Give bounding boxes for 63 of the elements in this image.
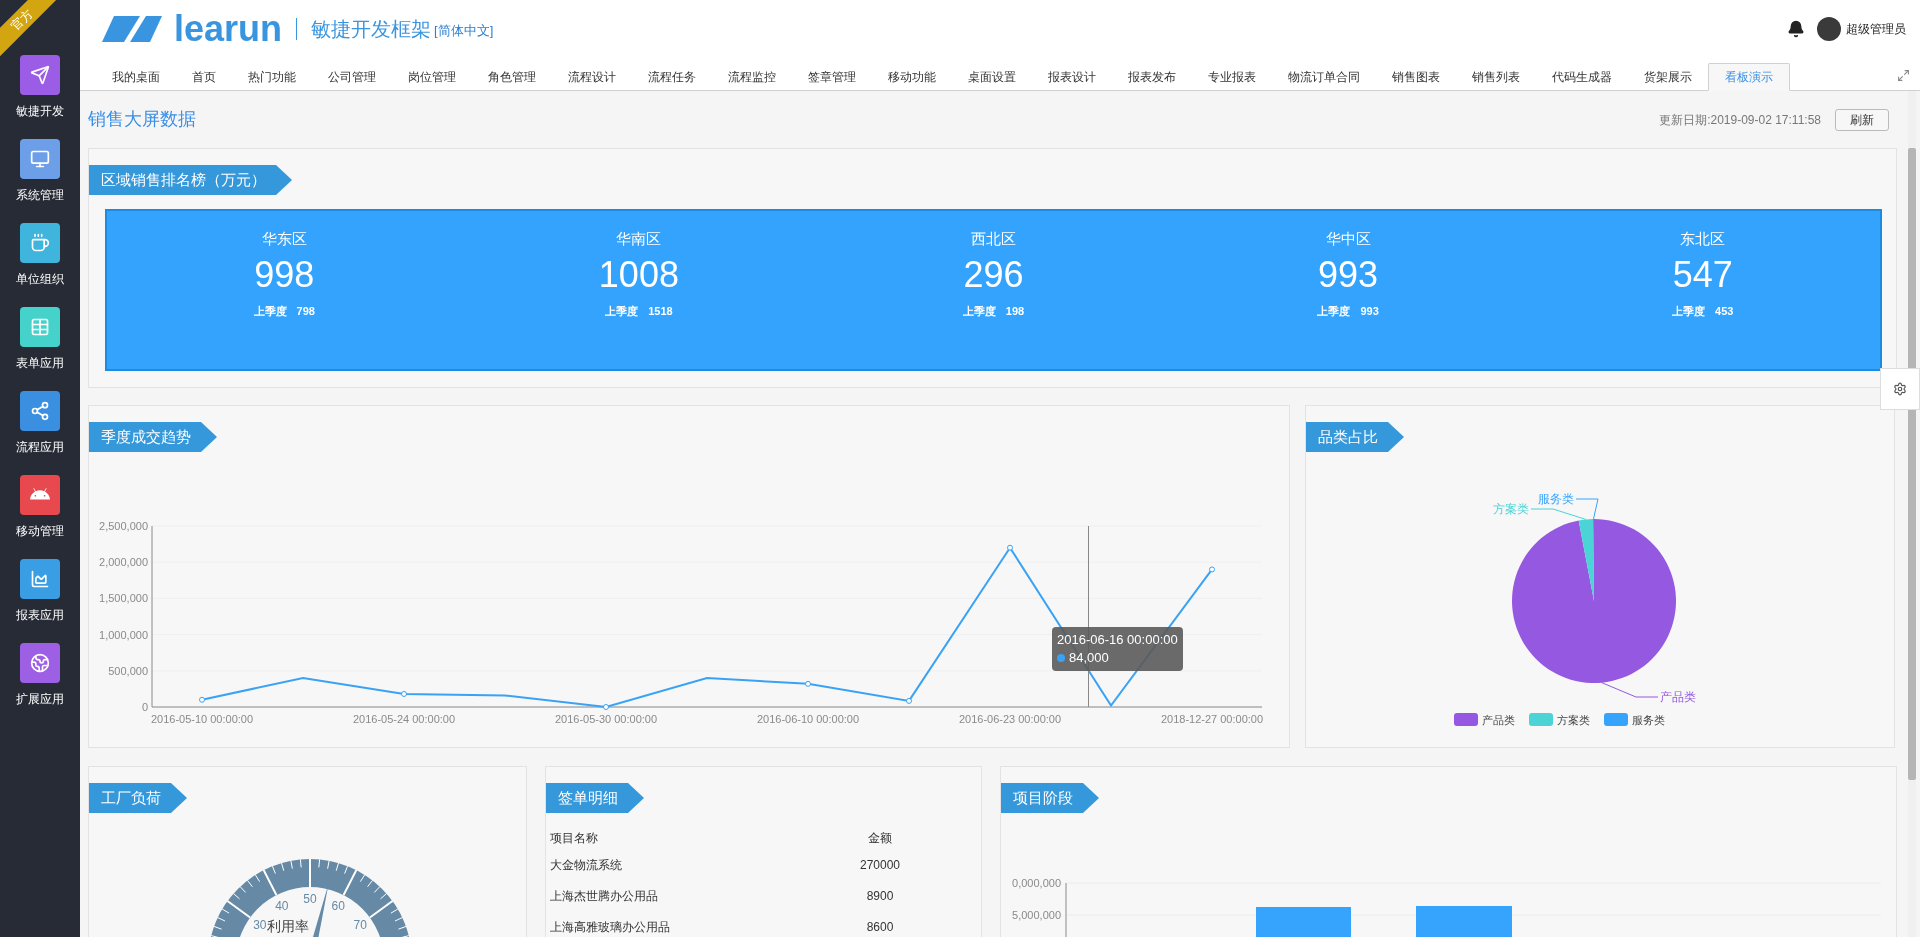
column-header: 项目名称 <box>550 830 599 847</box>
section-title: 工厂负荷 <box>89 783 187 813</box>
previous-value: 453 <box>1715 304 1734 319</box>
region-name: 华东区 <box>261 229 307 249</box>
region-value: 1008 <box>598 253 679 297</box>
tooltip-date: 2016-06-16 00:00:00 <box>1057 631 1178 649</box>
region-name: 华南区 <box>616 229 662 249</box>
axis-label: 5,000,000 <box>1012 909 1061 921</box>
slice-label: 产品类 <box>1660 690 1696 704</box>
previous-label: 上季度 <box>962 304 996 319</box>
axis-label: 2,500,000 <box>99 520 148 532</box>
previous-label: 上季度 <box>605 304 639 319</box>
gauge-scale-label: 70 <box>353 917 367 932</box>
axis-label: 2,000,000 <box>99 556 148 569</box>
table-cell-text: 8900 <box>865 887 895 905</box>
gauge-scale-label: 30 <box>253 917 267 932</box>
section-title: 区域销售排名榜（万元） <box>89 165 292 195</box>
slice-label: 方案类 <box>1493 502 1529 516</box>
table-cell-text: 270000 <box>858 856 901 874</box>
gauge-scale-label: 50 <box>303 892 317 906</box>
previous-label: 上季度 <box>1317 304 1351 319</box>
logo-text: learun <box>174 11 283 47</box>
slice-label: 服务类 <box>1538 492 1574 506</box>
product-name: 敏捷开发框架 <box>311 17 432 42</box>
section-title: 季度成交趋势 <box>89 422 217 452</box>
region-value: 296 <box>963 253 1024 297</box>
region-name: 华中区 <box>1325 229 1371 249</box>
table-cell-text: 上海高雅玻璃办公用品 <box>550 918 671 936</box>
column-header: 金额 <box>867 830 893 847</box>
axis-label: 1,000,000 <box>99 628 148 641</box>
table-cell-text: 上海杰世腾办公用品 <box>550 887 659 905</box>
axis-label: 0 <box>141 701 148 713</box>
axis-label: 2018-12-27 00:00:00 <box>1160 713 1264 725</box>
gauge-scale-label: 60 <box>331 898 345 913</box>
gauge-title: 利用率 <box>267 918 309 934</box>
table-cell-text: 8600 <box>865 918 895 936</box>
update-time: 更新日期:2019-09-02 17:11:58 <box>1659 111 1821 129</box>
section-title: 品类占比 <box>1306 422 1404 452</box>
previous-label: 上季度 <box>1672 304 1705 319</box>
axis-label: 500,000 <box>108 664 148 677</box>
gauge-scale-label: 40 <box>275 898 289 913</box>
region-name: 西北区 <box>971 229 1016 249</box>
region-value: 547 <box>1672 253 1733 297</box>
axis-label: 0,000,000 <box>1012 877 1061 889</box>
axis-label: 1,500,000 <box>99 592 148 605</box>
section-title: 项目阶段 <box>1001 783 1099 813</box>
axis-label: 2016-06-23 00:00:00 <box>958 713 1062 725</box>
previous-value: 1518 <box>648 304 673 319</box>
previous-value: 798 <box>296 304 315 319</box>
page-title: 销售大屏数据 <box>88 108 196 131</box>
tooltip-value: 84,000 <box>1069 649 1109 667</box>
axis-label: 2016-05-10 00:00:00 <box>150 713 254 725</box>
previous-value: 993 <box>1360 304 1379 319</box>
previous-value: 198 <box>1005 304 1025 319</box>
axis-label: 2016-05-30 00:00:00 <box>554 713 658 725</box>
axis-label: 2016-05-24 00:00:00 <box>352 713 456 725</box>
region-value: 998 <box>254 253 315 297</box>
axis-label: 2016-06-10 00:00:00 <box>756 713 860 725</box>
region-name: 东北区 <box>1680 229 1726 249</box>
table-cell-text: 大金物流系统 <box>550 856 623 874</box>
region-value: 993 <box>1318 253 1379 297</box>
section-title: 签单明细 <box>546 783 644 813</box>
previous-label: 上季度 <box>253 304 287 319</box>
